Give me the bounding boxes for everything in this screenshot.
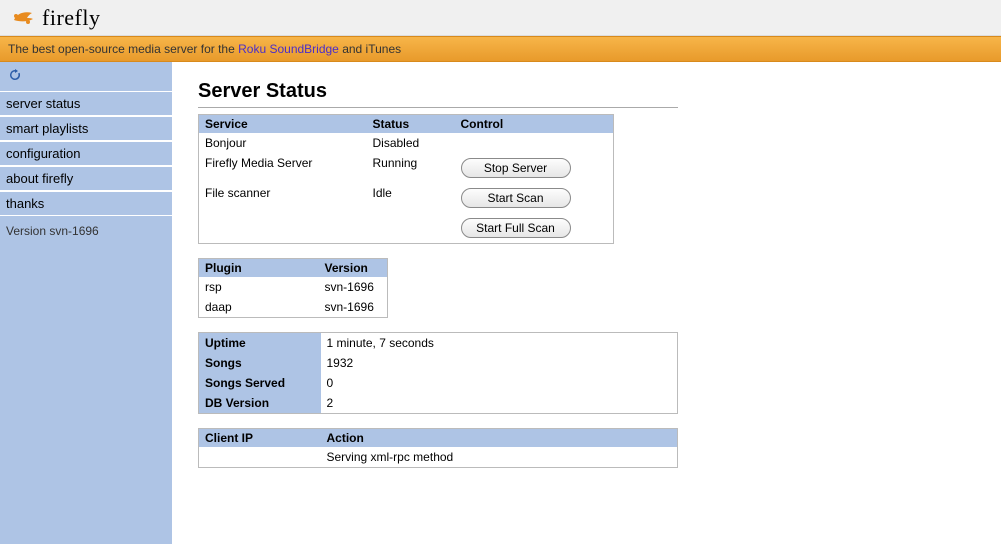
services-col-service: Service [199,115,367,134]
clients-table: Client IP Action Serving xml-rpc method [198,428,678,468]
stat-label: Songs [199,353,321,373]
main-content: Server Status Service Status Control Bon… [172,62,1001,544]
client-ip [199,447,321,468]
table-row: rsp svn-1696 [199,277,388,297]
tagline: The best open-source media server for th… [0,36,1001,62]
service-name: Bonjour [199,133,367,153]
refresh-icon[interactable] [8,68,22,82]
version-text: Version svn-1696 [0,216,172,246]
stat-label: Uptime [199,333,321,354]
stats-table: Uptime1 minute, 7 seconds Songs1932 Song… [198,332,678,414]
refresh-bar [0,62,172,92]
table-row: Serving xml-rpc method [199,447,678,468]
service-name: Firefly Media Server [199,153,367,183]
table-row: daap svn-1696 [199,297,388,318]
plugin-version: svn-1696 [319,297,388,318]
plugin-version: svn-1696 [319,277,388,297]
table-row: Start Full Scan [199,213,614,244]
service-name: File scanner [199,183,367,213]
start-scan-button[interactable]: Start Scan [461,188,571,208]
roku-link[interactable]: Roku SoundBridge [238,42,339,56]
table-row: DB Version2 [199,393,678,414]
title-rule [198,107,678,108]
firefly-logo-icon [8,6,36,30]
stop-server-button[interactable]: Stop Server [461,158,571,178]
sidebar: server status smart playlists configurat… [0,62,172,544]
plugins-col-version: Version [319,259,388,278]
services-table: Service Status Control Bonjour Disabled … [198,114,614,244]
nav: server status smart playlists configurat… [0,92,172,216]
plugin-name: daap [199,297,319,318]
plugins-col-plugin: Plugin [199,259,319,278]
client-action: Serving xml-rpc method [321,447,678,468]
sidebar-item-thanks[interactable]: thanks [0,191,172,216]
tagline-pre: The best open-source media server for th… [8,42,238,56]
tagline-post: and iTunes [339,42,401,56]
sidebar-item-configuration[interactable]: configuration [0,141,172,166]
service-status: Idle [367,183,455,213]
service-status: Disabled [367,133,455,153]
table-row: Uptime1 minute, 7 seconds [199,333,678,354]
sidebar-item-server-status[interactable]: server status [0,92,172,116]
table-row: File scanner Idle Start Scan [199,183,614,213]
plugin-name: rsp [199,277,319,297]
plugins-table: Plugin Version rsp svn-1696 daap svn-169… [198,258,388,318]
logo-text: firefly [42,5,100,31]
stat-value: 2 [321,393,678,414]
start-full-scan-button[interactable]: Start Full Scan [461,218,571,238]
sidebar-item-about-firefly[interactable]: about firefly [0,166,172,191]
services-col-control: Control [455,115,614,134]
stat-label: DB Version [199,393,321,414]
table-row: Firefly Media Server Running Stop Server [199,153,614,183]
table-row: Songs Served0 [199,373,678,393]
stat-value: 1932 [321,353,678,373]
logo: firefly [8,5,100,31]
sidebar-item-smart-playlists[interactable]: smart playlists [0,116,172,141]
table-row: Songs1932 [199,353,678,373]
service-status: Running [367,153,455,183]
clients-col-action: Action [321,429,678,448]
stat-value: 0 [321,373,678,393]
stat-label: Songs Served [199,373,321,393]
page-title: Server Status [198,80,975,103]
services-col-status: Status [367,115,455,134]
stat-value: 1 minute, 7 seconds [321,333,678,354]
header: firefly [0,0,1001,36]
table-row: Bonjour Disabled [199,133,614,153]
clients-col-ip: Client IP [199,429,321,448]
